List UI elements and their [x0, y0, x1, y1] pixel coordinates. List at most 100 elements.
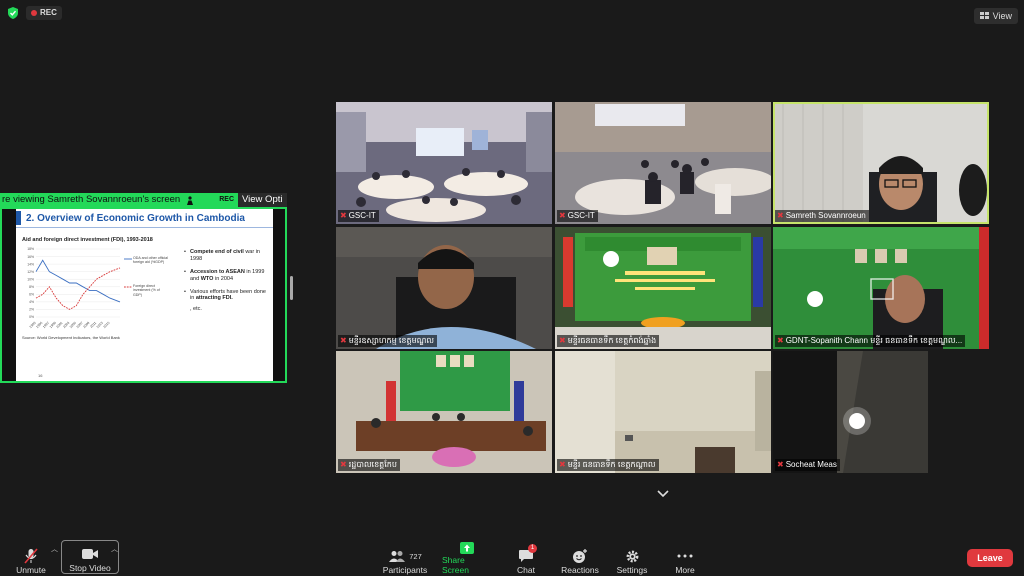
video-tile[interactable]: ✖ Socheat Meas [773, 351, 928, 473]
video-tile[interactable]: ✖ មន្ទីរធនធានទឹក ខេត្តកំពង់ឆ្នាំង [555, 227, 771, 349]
share-screen-icon [459, 541, 475, 555]
chat-unread-badge: 1 [528, 544, 537, 553]
unmute-button[interactable]: Unmute [12, 541, 50, 575]
mic-muted-icon [24, 547, 38, 565]
legend-label: Foreign direct investment (% of GDP) [133, 284, 160, 297]
person-icon [187, 195, 194, 205]
video-tile[interactable]: ✖ GSC-IT [555, 102, 771, 224]
zoom-meeting-window: REC View re viewing Samreth Sovannroeun'… [0, 0, 1024, 576]
participants-label: Participants [382, 565, 428, 575]
bullet-etc: , etc. [190, 306, 202, 313]
mic-muted-icon: ✖ [559, 460, 566, 469]
share-rec-label: REC [219, 196, 234, 203]
security-shield-icon[interactable] [6, 6, 20, 20]
mic-muted-icon: ✖ [777, 336, 784, 345]
slide-left-margin [2, 209, 16, 381]
participant-name: មន្ទីរ ធនធានទឹក ខេត្តកណ្ដាល [567, 460, 656, 469]
y-tick-label: 10% [27, 277, 34, 281]
slide-right-margin [273, 209, 285, 381]
mic-muted-icon: ✖ [340, 211, 347, 220]
chat-icon: 1 [518, 544, 537, 565]
mic-muted-icon: ✖ [340, 336, 347, 345]
view-label: View [992, 11, 1012, 21]
participant-name: GSC-IT [567, 211, 595, 220]
view-options-button[interactable]: View Opti [238, 193, 287, 207]
gear-icon [625, 547, 640, 565]
y-tick-label: 4% [29, 300, 34, 304]
participant-name: មន្ទីរធនធានទឹក ខេត្តកំពង់ឆ្នាំង [567, 336, 657, 345]
y-tick-label: 0% [29, 315, 34, 319]
participant-name-label: ✖ GSC-IT [338, 210, 379, 222]
video-feed [555, 102, 771, 224]
mic-muted-icon: ✖ [777, 211, 784, 220]
slide-title-bar [16, 211, 21, 225]
participant-name: រដ្ឋបាលខេត្តកែប [348, 460, 397, 469]
chat-button[interactable]: 1 Chat [508, 541, 544, 575]
participant-name-label: ✖ មន្ទីរឧស្សាហកម្ម ខេត្តមណ្ឌល [338, 335, 438, 347]
video-feed [555, 227, 771, 349]
video-feed [336, 227, 552, 349]
mic-muted-icon: ✖ [777, 460, 784, 469]
y-tick-label: 2% [29, 308, 34, 312]
y-tick-label: 18% [27, 247, 34, 251]
bullet-item: Accession to ASEAN in 1999 and WTO in 20… [184, 269, 269, 283]
panel-splitter-handle[interactable] [290, 276, 293, 300]
mic-muted-icon: ✖ [559, 336, 566, 345]
leave-button[interactable]: Leave [967, 549, 1013, 567]
reactions-button[interactable]: Reactions [558, 541, 602, 575]
y-tick-label: 16% [27, 255, 34, 259]
video-feed [773, 351, 928, 473]
video-feed [336, 351, 552, 473]
video-tile[interactable]: ✖ រដ្ឋបាលខេត្តកែប [336, 351, 552, 473]
video-feed [555, 351, 771, 473]
slide-source: Source: World Development Indicators, th… [22, 335, 120, 340]
reactions-label: Reactions [561, 565, 599, 575]
video-options-caret-icon[interactable]: ︿ [111, 544, 118, 554]
video-tile[interactable]: ✖ មន្ទីរឧស្សាហកម្ម ខេត្តមណ្ឌល [336, 227, 552, 349]
video-feed [773, 227, 989, 349]
settings-label: Settings [616, 565, 648, 575]
participants-icon: 727 [388, 547, 422, 565]
slide-title: 2. Overview of Economic Growth in Cambod… [26, 213, 245, 224]
recording-badge[interactable]: REC [26, 6, 62, 20]
video-tile[interactable]: ✖ GDNT-Sopanith Chann មន្ទីរ ធនធានទឹក ខេ… [773, 227, 989, 349]
participant-name: GSC-IT [348, 211, 376, 220]
video-camera-icon [81, 545, 99, 563]
meeting-toolbar: Unmute ︿ Stop Video ︿ 727 Participants S… [0, 538, 1024, 576]
participant-name-label: ✖ Socheat Meas [775, 459, 840, 471]
participant-name: GDNT-Sopanith Chann មន្ទីរ ធនធានទឹក ខេត្… [785, 336, 963, 345]
participant-name-label: ✖ មន្ទីរធនធានទឹក ខេត្តកំពង់ឆ្នាំង [557, 335, 660, 347]
shared-screen[interactable]: 2. Overview of Economic Growth in Cambod… [0, 207, 287, 383]
chart-series-line [35, 267, 121, 310]
view-button[interactable]: View [973, 8, 1018, 24]
participant-name-label: ✖ GDNT-Sopanith Chann មន្ទីរ ធនធានទឹក ខេ… [775, 335, 966, 347]
share-screen-button[interactable]: Share Screen [442, 541, 492, 575]
legend-label: ODA and other official foreign aid (%GDP… [133, 256, 168, 264]
video-tile[interactable]: ✖ GSC-IT [336, 102, 552, 224]
y-tick-label: 6% [29, 293, 34, 297]
grid-view-icon [979, 12, 989, 19]
audio-options-caret-icon[interactable]: ︿ [51, 544, 58, 554]
slide-divider [16, 227, 273, 228]
participant-name-label: ✖ Samreth Sovannroeun [775, 210, 869, 222]
slide-bullets: Compete end of civil war in 1998 Accessi… [184, 249, 269, 312]
video-tile[interactable]: ✖ មន្ទីរ ធនធានទឹក ខេត្តកណ្ដាល [555, 351, 771, 473]
presentation-slide: 2. Overview of Economic Growth in Cambod… [16, 209, 273, 381]
settings-button[interactable]: Settings [614, 541, 650, 575]
more-button[interactable]: More [670, 541, 700, 575]
smiley-plus-icon [572, 547, 588, 565]
chart-title: Aid and foreign direct investment (FDI),… [22, 237, 153, 243]
participant-name: Samreth Sovannroeun [785, 211, 866, 220]
participant-name-label: ✖ GSC-IT [557, 210, 598, 222]
video-tile-active-speaker[interactable]: ✖ Samreth Sovannroeun [773, 102, 989, 224]
bullet-item: Compete end of civil war in 1998 [184, 249, 269, 263]
chevron-down-icon[interactable] [655, 488, 671, 500]
slide-page-number: 16 [38, 373, 43, 378]
chart-series-line [35, 259, 121, 303]
y-tick-label: 14% [27, 262, 34, 266]
more-label: More [675, 565, 695, 575]
viewing-screen-text: re viewing Samreth Sovannroeun's screen [2, 194, 181, 205]
y-tick-label: 8% [29, 285, 34, 289]
participants-button[interactable]: 727 Participants [380, 541, 430, 575]
more-dots-icon [677, 547, 693, 565]
